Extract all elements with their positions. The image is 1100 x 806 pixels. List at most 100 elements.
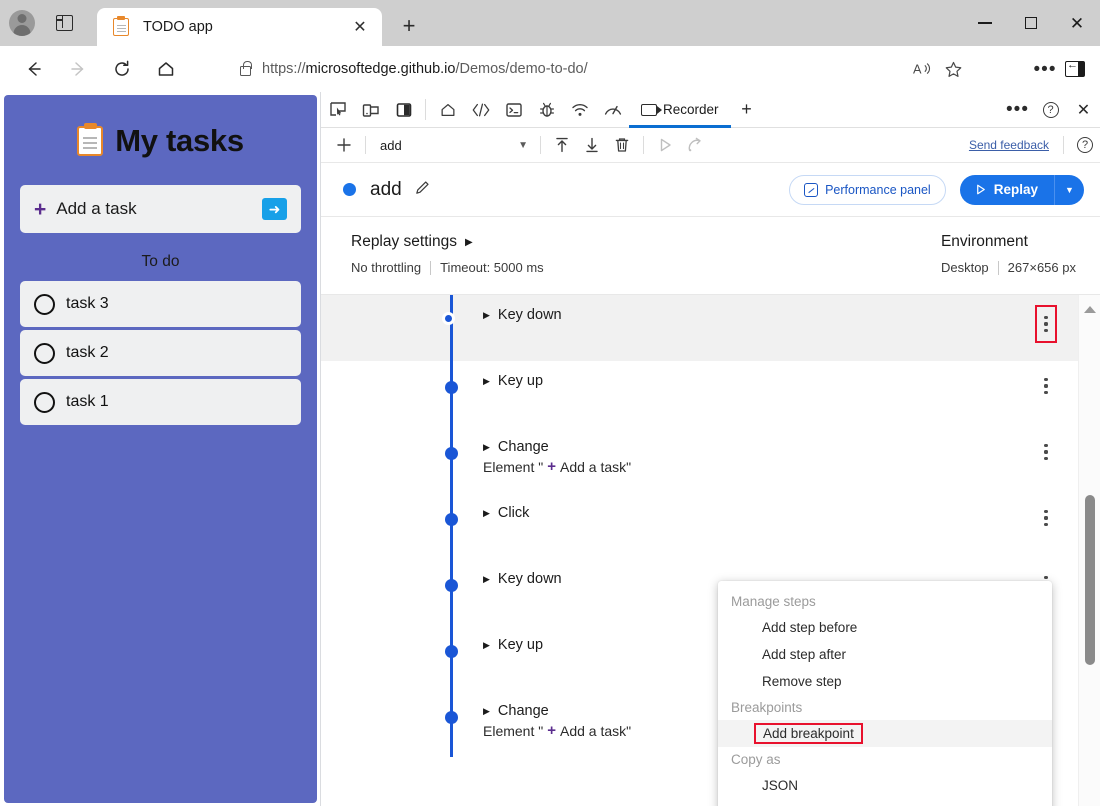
timeline-dot-icon [445, 447, 458, 460]
menu-item-copy-json[interactable]: JSON [718, 772, 1052, 799]
replay-button[interactable]: Replay [960, 175, 1054, 205]
performance-panel-button[interactable]: Performance panel [789, 175, 946, 205]
close-icon[interactable]: ✕ [346, 13, 374, 41]
import-recording-button[interactable] [547, 131, 577, 159]
step-title-row[interactable]: ▶Key up [483, 373, 543, 389]
inspect-element-button[interactable] [321, 92, 354, 127]
task-checkbox-icon[interactable] [34, 294, 55, 315]
send-feedback-link[interactable]: Send feedback [969, 138, 1057, 152]
home-button[interactable] [148, 51, 184, 87]
home-icon [156, 59, 176, 79]
browser-tab[interactable]: TODO app ✕ [97, 8, 382, 46]
menu-item-add-step-before[interactable]: Add step before [718, 614, 1052, 641]
menu-item-remove-step[interactable]: Remove step [718, 668, 1052, 695]
menu-item-copy-puppeteer-replay[interactable]: @puppeteer/replay [718, 799, 1052, 806]
toolbar-divider [540, 136, 541, 154]
chevron-down-icon: ▼ [518, 140, 528, 151]
step-title-row[interactable]: ▶Change [483, 439, 631, 455]
back-button[interactable] [16, 51, 52, 87]
task-checkbox-icon[interactable] [34, 343, 55, 364]
plus-icon: + [34, 199, 46, 220]
panel-console-button[interactable] [497, 92, 530, 127]
export-icon [583, 136, 601, 154]
list-item[interactable]: task 1 [20, 379, 301, 425]
step-menu-button[interactable] [1038, 507, 1054, 529]
environment-values: Desktop 267×656 px [941, 260, 1076, 275]
add-panel-button[interactable]: + [731, 92, 763, 127]
devtools-close-button[interactable]: ✕ [1067, 100, 1100, 120]
replay-toolbar-button[interactable] [650, 131, 680, 159]
step-menu-button[interactable] [1035, 305, 1057, 343]
step-title-row[interactable]: ▶Key up [483, 637, 543, 653]
minimize-button[interactable] [962, 0, 1008, 46]
export-recording-button[interactable] [577, 131, 607, 159]
menu-group-label: Manage steps [718, 589, 1052, 614]
network-wifi-icon [571, 101, 589, 119]
profile-button[interactable] [0, 0, 44, 46]
panel-sources-button[interactable] [530, 92, 563, 127]
maximize-button[interactable] [1008, 0, 1054, 46]
timeline-dot-icon [445, 381, 458, 394]
tab-search-button[interactable] [44, 0, 84, 46]
step-menu-button[interactable] [1038, 441, 1054, 463]
welcome-home-icon [439, 101, 457, 119]
reload-button[interactable] [104, 51, 140, 87]
toolbar-divider [425, 99, 426, 120]
devtools-more-options-button[interactable]: ••• [1001, 100, 1034, 119]
step-title-row[interactable]: ▶Click [483, 505, 529, 521]
add-task-input[interactable]: + Add a task ➜ [20, 185, 301, 233]
scrollbar-thumb[interactable] [1085, 495, 1095, 665]
step-title-row[interactable]: ▶Change [483, 703, 631, 719]
read-aloud-button[interactable]: A [908, 54, 938, 84]
play-icon [974, 183, 987, 196]
panel-elements-button[interactable] [464, 92, 497, 127]
delete-recording-button[interactable] [607, 131, 637, 159]
forward-button[interactable] [60, 51, 96, 87]
performance-gauge-icon [603, 101, 623, 119]
close-window-button[interactable]: ✕ [1054, 0, 1100, 46]
device-emulation-icon [362, 101, 380, 119]
scrollbar[interactable] [1078, 295, 1100, 806]
pencil-icon[interactable] [414, 179, 431, 201]
table-row[interactable]: ▶Key down [321, 295, 1078, 361]
dock-side-button[interactable] [387, 92, 420, 127]
table-row[interactable]: ▶Key up [321, 361, 1078, 427]
replay-options-button[interactable]: ▼ [1054, 175, 1084, 205]
step-menu-button[interactable] [1038, 375, 1054, 397]
table-row[interactable]: ▶Change Element "+ Add a task" [321, 427, 1078, 493]
replay-settings-toggle[interactable]: Replay settings ▶ [351, 233, 544, 251]
favorite-button[interactable] [938, 54, 968, 84]
recording-selector[interactable]: add ▼ [372, 138, 534, 153]
step-title-row[interactable]: ▶Key down [483, 307, 562, 323]
plus-icon: + [547, 458, 556, 475]
close-icon: ✕ [1070, 15, 1084, 32]
share-recording-button[interactable] [680, 131, 710, 159]
step-detail: Element "+ Add a task" [483, 458, 631, 475]
panel-network-button[interactable] [563, 92, 596, 127]
task-label: task 2 [66, 344, 109, 362]
step-title-row[interactable]: ▶Key down [483, 571, 562, 587]
address-bar[interactable]: https://microsoftedge.github.io/Demos/de… [228, 53, 976, 85]
list-item[interactable]: task 2 [20, 330, 301, 376]
menu-item-add-breakpoint[interactable]: Add breakpoint [718, 720, 1052, 747]
sidebar-toggle-button[interactable] [1060, 54, 1090, 84]
task-checkbox-icon[interactable] [34, 392, 55, 413]
replay-split-button: Replay ▼ [960, 175, 1084, 205]
video-camera-icon [641, 104, 657, 116]
scroll-up-button[interactable] [1079, 299, 1100, 319]
devtools-help-button[interactable]: ? [1034, 102, 1067, 118]
menu-group-label: Breakpoints [718, 695, 1052, 720]
arrow-right-icon[interactable]: ➜ [262, 198, 287, 220]
create-recording-button[interactable] [329, 131, 359, 159]
table-row[interactable]: ▶Click [321, 493, 1078, 559]
panel-welcome-button[interactable] [431, 92, 464, 127]
device-emulation-button[interactable] [354, 92, 387, 127]
new-tab-button[interactable]: + [392, 10, 426, 42]
tab-recorder[interactable]: Recorder [629, 92, 731, 127]
panel-performance-button[interactable] [596, 92, 629, 127]
browser-settings-button[interactable]: ••• [1030, 54, 1060, 84]
timeline-dot-icon [445, 711, 458, 724]
menu-item-add-step-after[interactable]: Add step after [718, 641, 1052, 668]
list-item[interactable]: task 3 [20, 281, 301, 327]
recorder-help-button[interactable]: ? [1070, 131, 1100, 159]
